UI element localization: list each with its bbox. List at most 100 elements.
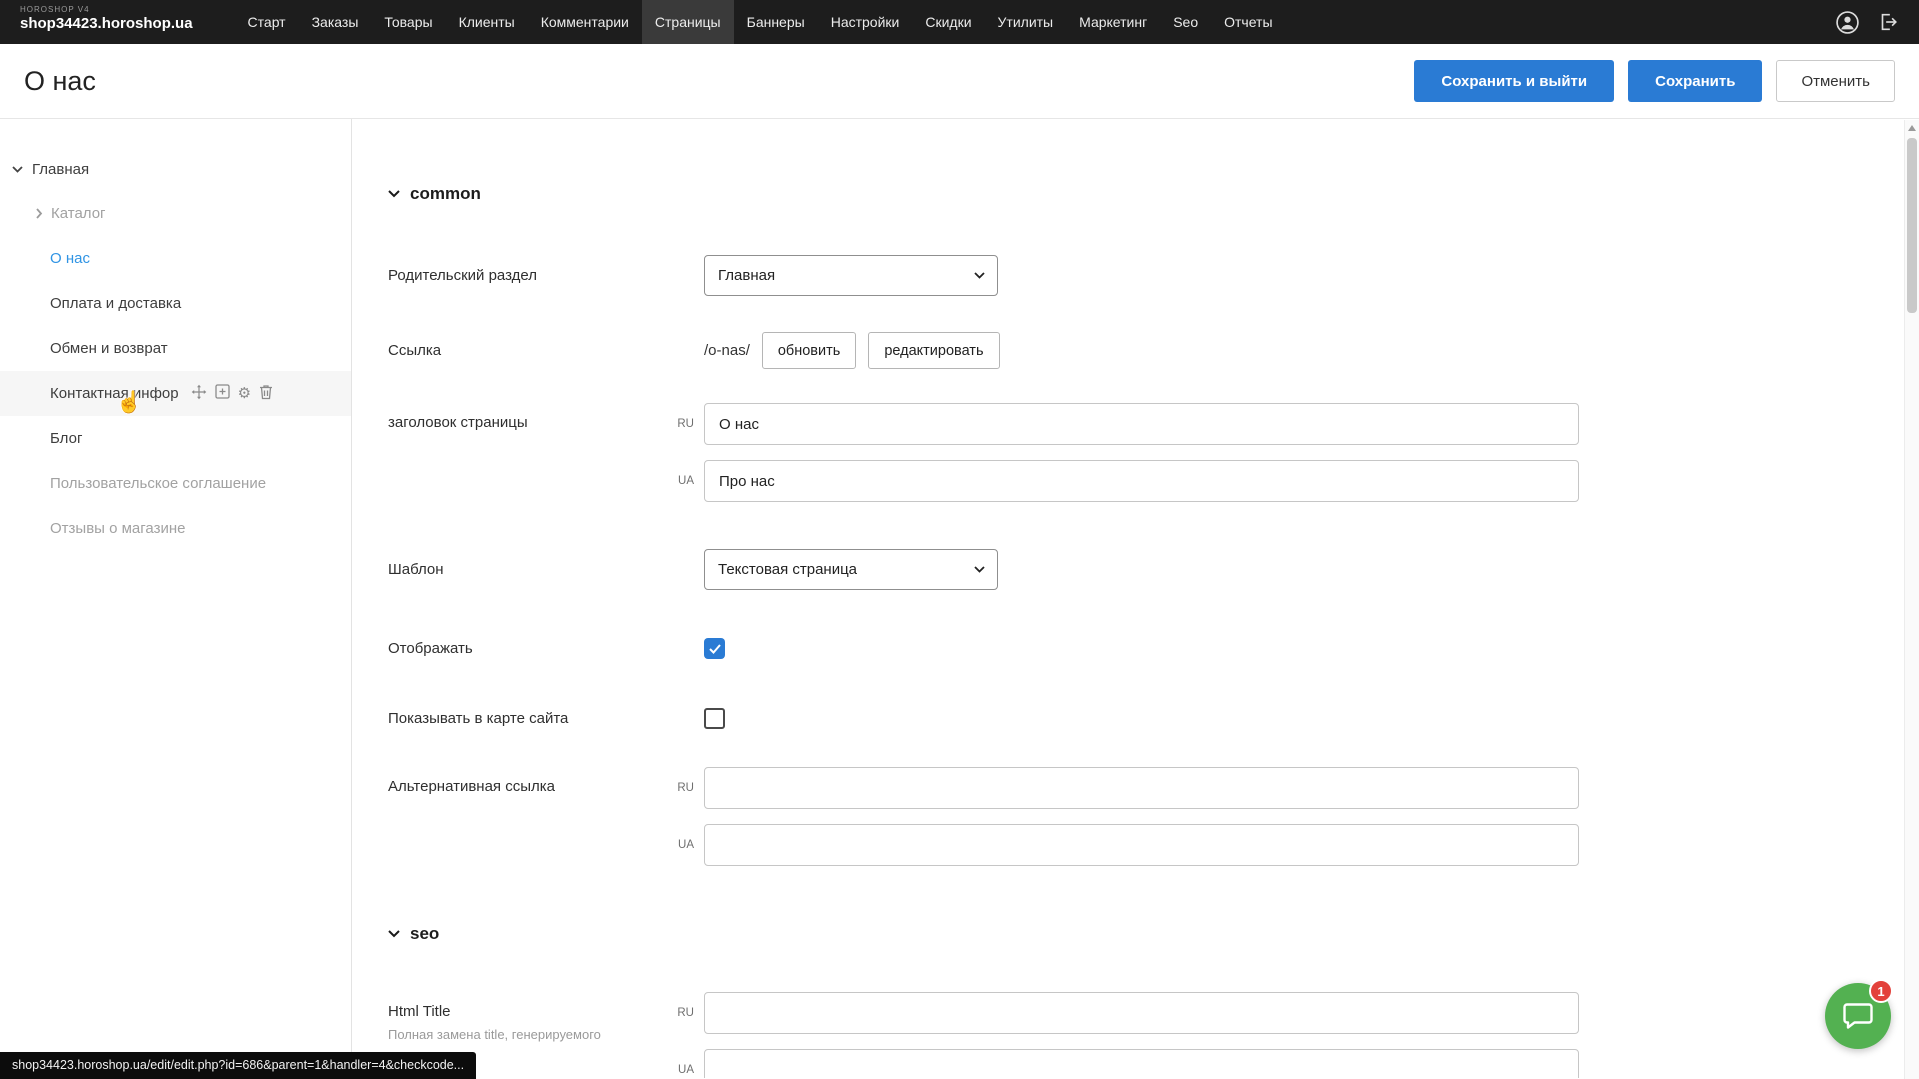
alt-link-ru-input[interactable]: [704, 767, 1579, 809]
field-template: Шаблон Текстовая страница: [388, 549, 1919, 590]
field-page-title: заголовок страницы RU UA: [388, 403, 1919, 502]
nav-seo[interactable]: Seo: [1160, 0, 1211, 44]
chat-bubble-icon: [1842, 1001, 1874, 1031]
page-edit-form: common Родительский раздел Главная Ссылк…: [352, 119, 1919, 1078]
nav-marketing[interactable]: Маркетинг: [1066, 0, 1160, 44]
html-title-hint: Полная замена title, генерируемого: [388, 1027, 668, 1042]
chevron-down-icon: [12, 166, 23, 173]
move-icon[interactable]: [191, 384, 207, 404]
pages-tree: Каталог О нас Оплата и доставка Обмен и …: [0, 191, 351, 551]
lang-stack: RU UA: [668, 403, 1579, 502]
sidebar-item-payment-delivery[interactable]: Оплата и доставка: [0, 281, 351, 326]
field-parent-section: Родительский раздел Главная: [388, 255, 1919, 296]
sidebar-item-label: Пользовательское соглашение: [50, 475, 266, 492]
chat-launcher[interactable]: 1: [1825, 983, 1891, 1049]
topbar: HOROSHOP V4 shop34423.horoshop.ua Старт …: [0, 0, 1919, 44]
lang-stack: RU UA: [668, 767, 1579, 866]
sidebar-item-catalog[interactable]: Каталог: [0, 191, 351, 236]
sidebar-item-blog[interactable]: Блог: [0, 416, 351, 461]
field-html-title: Html Title Полная замена title, генериру…: [388, 992, 1919, 1078]
page-title-label: заголовок страницы: [388, 403, 668, 431]
gear-icon[interactable]: ⚙: [238, 386, 251, 401]
tree-item-actions: ⚙: [191, 384, 273, 404]
nav-products[interactable]: Товары: [371, 0, 445, 44]
nav-banners[interactable]: Баннеры: [734, 0, 818, 44]
display-label: Отображать: [388, 640, 668, 657]
save-button[interactable]: Сохранить: [1628, 60, 1762, 102]
chevron-down-icon: [388, 190, 400, 198]
brand-domain: shop34423.horoshop.ua: [20, 15, 193, 32]
sidebar-item-exchange-return[interactable]: Обмен и возврат: [0, 326, 351, 371]
topbar-right: [1835, 0, 1919, 44]
page-title: О нас: [24, 66, 96, 97]
section-title: seo: [410, 924, 439, 944]
sitemap-label: Показывать в карте сайта: [388, 710, 668, 727]
parent-section-select[interactable]: Главная: [704, 255, 998, 296]
nav-comments[interactable]: Комментарии: [528, 0, 642, 44]
sidebar-item-store-reviews[interactable]: Отзывы о магазине: [0, 506, 351, 551]
alt-link-label: Альтернативная ссылка: [388, 767, 668, 795]
sidebar-item-label: Блог: [50, 430, 82, 447]
lang-ua-badge: UA: [668, 475, 694, 487]
nav-orders[interactable]: Заказы: [299, 0, 372, 44]
page-title-ua-input[interactable]: [704, 460, 1579, 502]
link-label: Ссылка: [388, 342, 668, 359]
brand-logo[interactable]: HOROSHOP V4 shop34423.horoshop.ua: [0, 0, 193, 44]
save-exit-button[interactable]: Сохранить и выйти: [1414, 60, 1614, 102]
sidebar-item-label: Контактная инфор: [50, 385, 179, 402]
section-seo[interactable]: seo: [388, 923, 1919, 945]
content: Главная Каталог О нас Оплата и доставка …: [0, 119, 1919, 1078]
scroll-up-icon[interactable]: [1905, 120, 1919, 136]
sidebar-item-label: Отзывы о магазине: [50, 520, 185, 537]
status-url-tooltip: shop34423.horoshop.ua/edit/edit.php?id=6…: [0, 1052, 476, 1079]
display-checkbox[interactable]: [704, 638, 725, 659]
lang-ru-badge: RU: [668, 1007, 694, 1019]
sidebar-item-label: О нас: [50, 250, 90, 267]
link-edit-button[interactable]: редактировать: [868, 332, 999, 369]
add-page-icon[interactable]: [215, 384, 230, 403]
html-title-label-text: Html Title: [388, 1003, 451, 1020]
sidebar-item-label: Обмен и возврат: [50, 340, 168, 357]
nav-discounts[interactable]: Скидки: [912, 0, 984, 44]
html-title-ua-input[interactable]: [704, 1049, 1579, 1078]
lang-ru-badge: RU: [668, 418, 694, 430]
nav-utilities[interactable]: Утилиты: [985, 0, 1067, 44]
page-header: О нас Сохранить и выйти Сохранить Отмени…: [0, 44, 1919, 119]
sidebar-item-contact-info[interactable]: Контактная инфор ⚙ ☝: [0, 371, 351, 416]
nav-settings[interactable]: Настройки: [818, 0, 913, 44]
field-sitemap: Показывать в карте сайта: [388, 708, 1919, 729]
logout-icon[interactable]: [1877, 11, 1899, 33]
sidebar-item-label: Каталог: [51, 205, 106, 222]
chevron-down-icon: [974, 566, 985, 573]
alt-link-ua-input[interactable]: [704, 824, 1579, 866]
nav-pages[interactable]: Страницы: [642, 0, 734, 44]
chevron-down-icon: [388, 930, 400, 938]
delete-icon[interactable]: [259, 384, 273, 404]
nav-start[interactable]: Старт: [235, 0, 299, 44]
cancel-button[interactable]: Отменить: [1776, 60, 1895, 102]
lang-ua-badge: UA: [668, 1064, 694, 1076]
chat-badge: 1: [1869, 979, 1893, 1003]
vertical-scrollbar[interactable]: [1904, 120, 1919, 1079]
nav-clients[interactable]: Клиенты: [446, 0, 528, 44]
sidebar-item-home[interactable]: Главная: [0, 153, 351, 185]
top-nav: Старт Заказы Товары Клиенты Комментарии …: [235, 0, 1286, 44]
section-common[interactable]: common: [388, 183, 1919, 205]
sitemap-checkbox[interactable]: [704, 708, 725, 729]
account-icon[interactable]: [1835, 10, 1860, 35]
sidebar-item-user-agreement[interactable]: Пользовательское соглашение: [0, 461, 351, 506]
link-refresh-button[interactable]: обновить: [762, 332, 856, 369]
section-title: common: [410, 184, 481, 204]
page-title-ru-input[interactable]: [704, 403, 1579, 445]
chevron-right-icon: [36, 208, 43, 219]
select-value: Главная: [718, 267, 775, 284]
nav-reports[interactable]: Отчеты: [1211, 0, 1285, 44]
template-select[interactable]: Текстовая страница: [704, 549, 998, 590]
sidebar-item-about[interactable]: О нас: [0, 236, 351, 281]
sidebar-item-label: Оплата и доставка: [50, 295, 181, 312]
field-alt-link: Альтернативная ссылка RU UA: [388, 767, 1919, 866]
hand-cursor-icon: ☝: [116, 391, 142, 415]
html-title-ru-input[interactable]: [704, 992, 1579, 1034]
brand-version: HOROSHOP V4: [20, 5, 193, 14]
scrollbar-thumb[interactable]: [1907, 138, 1917, 313]
